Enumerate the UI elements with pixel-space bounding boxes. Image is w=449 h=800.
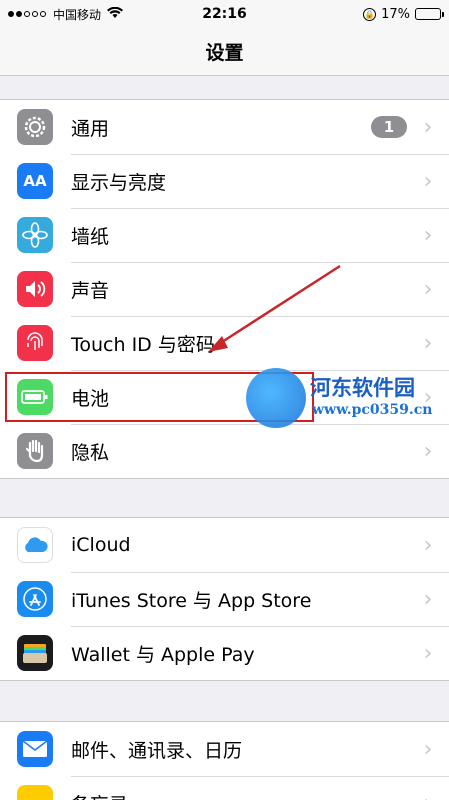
settings-group-2: iCloud › iTunes Store 与 App Store › Wall…	[0, 517, 449, 681]
cloud-icon	[17, 527, 53, 563]
settings-row-label: 邮件、通讯录、日历	[71, 739, 243, 762]
speaker-icon	[17, 271, 53, 307]
watermark-logo	[246, 368, 306, 428]
battery-percent: 17%	[381, 6, 410, 22]
chevron-right-icon: ›	[423, 330, 433, 356]
battery-icon	[17, 379, 53, 415]
settings-row-label: 隐私	[71, 441, 110, 464]
settings-row-label: Touch ID 与密码	[71, 333, 215, 356]
hand-icon	[17, 433, 53, 469]
settings-row-label: Wallet 与 Apple Pay	[71, 643, 255, 666]
chevron-right-icon: ›	[423, 640, 433, 666]
status-right: 🔒 17%	[281, 6, 444, 22]
chevron-right-icon: ›	[421, 791, 435, 800]
settings-row-wallet[interactable]: Wallet 与 Apple Pay ›	[0, 626, 449, 680]
settings-row-label: 通用	[71, 117, 110, 140]
gear-icon	[17, 109, 53, 145]
carrier-name: 中国移动	[53, 7, 102, 22]
app-store-icon	[17, 581, 53, 617]
wifi-icon	[107, 6, 124, 22]
settings-row-itunes-app-store[interactable]: iTunes Store 与 App Store ›	[0, 572, 449, 626]
status-bar: 中国移动 22:16 🔒 17%	[0, 0, 449, 28]
chevron-right-icon: ›	[423, 168, 433, 194]
fingerprint-icon	[17, 325, 53, 361]
signal-icon	[8, 11, 46, 17]
navigation-bar: 设置	[0, 28, 449, 76]
mail-icon	[17, 731, 53, 767]
chevron-right-icon: ›	[423, 736, 433, 762]
settings-row-label: 备忘录	[71, 790, 421, 800]
wallet-icon	[17, 635, 53, 671]
aa-icon: AA	[17, 163, 53, 199]
settings-row-privacy[interactable]: 隐私 ›	[0, 424, 449, 478]
notification-badge: 1	[371, 116, 407, 138]
settings-row-label: 显示与亮度	[71, 171, 167, 194]
settings-row-display[interactable]: AA 显示与亮度 ›	[0, 154, 449, 208]
settings-row-general[interactable]: 通用 1 ›	[0, 100, 449, 154]
flower-icon	[17, 217, 53, 253]
settings-group-1: 通用 1 › AA 显示与亮度 › 墙纸 › 声音 › Touch ID 与密码…	[0, 99, 449, 479]
settings-row-label: 墙纸	[71, 225, 110, 248]
chevron-right-icon: ›	[423, 532, 433, 558]
settings-row-label: 声音	[71, 279, 110, 302]
notes-icon	[17, 785, 53, 800]
settings-row-icloud[interactable]: iCloud ›	[0, 518, 449, 572]
settings-row-wallpaper[interactable]: 墙纸 ›	[0, 208, 449, 262]
settings-row-sounds[interactable]: 声音 ›	[0, 262, 449, 316]
chevron-right-icon: ›	[423, 438, 433, 464]
settings-row-mail-contacts-calendar[interactable]: 邮件、通讯录、日历 ›	[0, 722, 449, 776]
settings-row-touch-id[interactable]: Touch ID 与密码 ›	[0, 316, 449, 370]
page-title: 设置	[205, 42, 244, 64]
chevron-right-icon: ›	[423, 276, 433, 302]
settings-row-label: iCloud	[71, 534, 131, 556]
chevron-right-icon: ›	[423, 586, 433, 612]
watermark-title: 河东软件园	[310, 375, 415, 400]
chevron-right-icon: ›	[423, 114, 433, 140]
rotation-lock-icon: 🔒	[363, 7, 377, 21]
status-time: 22:16	[202, 6, 247, 22]
status-left: 中国移动	[8, 6, 168, 23]
settings-row-notes[interactable]: 备忘录 ›	[0, 776, 449, 800]
battery-icon	[415, 8, 444, 20]
chevron-right-icon: ›	[423, 222, 433, 248]
settings-group-3: 邮件、通讯录、日历 › 备忘录 ›	[0, 721, 449, 800]
watermark-url: www.pc0359.cn	[312, 402, 433, 418]
settings-row-label: iTunes Store 与 App Store	[71, 589, 312, 612]
